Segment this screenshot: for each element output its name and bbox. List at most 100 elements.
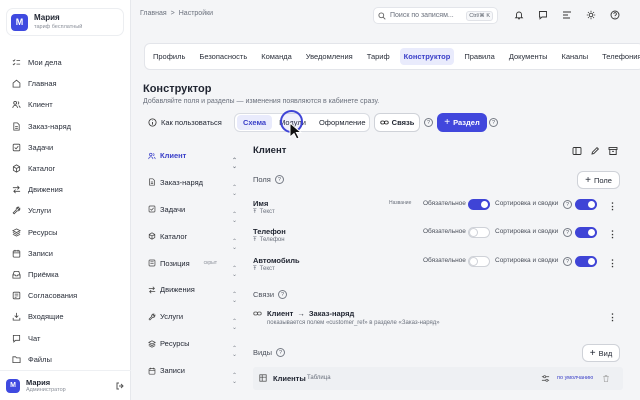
reorder-chevrons-icon[interactable]: ⌃ ⌄ — [232, 319, 237, 331]
logout-icon[interactable] — [115, 381, 125, 391]
field-menu-button[interactable]: ⋮ — [608, 201, 617, 212]
section-item-6[interactable]: Услуги ⌃ ⌄ — [143, 306, 243, 333]
sidebar-item-label: Клиент — [28, 100, 53, 110]
breadcrumb-home[interactable]: Главная — [140, 10, 167, 17]
section-item-7[interactable]: Ресурсы ⌃ ⌄ — [143, 333, 243, 360]
section-item-2[interactable]: Задачи ⌃ ⌄ — [143, 199, 243, 226]
reorder-chevrons-icon[interactable]: ⌃ ⌄ — [232, 346, 237, 358]
sidebar-item-8[interactable]: Ресурсы — [7, 222, 125, 243]
required-toggle[interactable] — [468, 227, 490, 238]
archive-icon[interactable] — [608, 146, 618, 156]
sidebar-item-2[interactable]: Клиент — [7, 94, 125, 115]
view-row[interactable]: Клиенты Таблица по умолчанию — [253, 367, 623, 390]
add-section-button[interactable]: + Раздел — [437, 113, 487, 132]
sidebar-item-11[interactable]: Согласования — [7, 285, 125, 306]
add-link-button[interactable]: Связь — [374, 113, 420, 132]
field-menu-button[interactable]: ⋮ — [608, 258, 617, 269]
link-help-icon[interactable]: ? — [424, 118, 433, 127]
field-row[interactable]: Автомобиль Ŧ Текст Обязательное Сортировка и… — [253, 256, 633, 282]
list-settings-button[interactable] — [560, 8, 574, 22]
notifications-button[interactable] — [512, 8, 526, 22]
reorder-chevrons-icon[interactable]: ⌃ ⌄ — [232, 185, 237, 197]
view-default-badge: по умолчанию — [557, 375, 594, 381]
search-placeholder: Поиск по записям... — [390, 12, 454, 19]
theme-toggle[interactable] — [584, 8, 598, 22]
sidebar-item-13[interactable]: Чат — [7, 327, 125, 348]
filter-settings-icon[interactable] — [541, 374, 550, 383]
add-field-button[interactable]: + Поле — [577, 171, 620, 189]
section-item-5[interactable]: Движения ⌃ ⌄ — [143, 279, 243, 306]
reorder-chevrons-icon[interactable]: ⌃ ⌄ — [232, 373, 237, 385]
field-row[interactable]: Имя Ŧ Текст Название Обязательное Сортировка … — [253, 199, 633, 225]
reorder-chevrons-icon[interactable]: ⌃ ⌄ — [232, 292, 237, 304]
topbar: Главная > Настройки Поиск по записям... … — [131, 0, 640, 30]
sidebar-item-1[interactable]: Главная — [7, 73, 125, 94]
sort-help-icon[interactable]: ? — [563, 257, 572, 266]
tab-9[interactable]: Телефония — [598, 48, 640, 65]
messages-button[interactable] — [536, 8, 550, 22]
reorder-chevrons-icon[interactable]: ⌃ ⌄ — [232, 266, 237, 278]
relation-arrow: → — [297, 309, 305, 318]
workspace-switcher[interactable]: М Мария тариф бесплатный — [6, 8, 124, 36]
sidebar-item-label: Главная — [28, 79, 57, 89]
user-profile[interactable]: М Мария Администратор — [0, 370, 131, 400]
section-item-label: Заказ-наряд — [160, 177, 204, 187]
how-to-use-link[interactable]: Как пользоваться — [148, 118, 222, 127]
sidebar-item-0[interactable]: Мои дела — [7, 52, 125, 73]
tab-7[interactable]: Документы — [505, 48, 552, 65]
sidebar-item-14[interactable]: Файлы — [7, 349, 125, 370]
sort-help-icon[interactable]: ? — [563, 228, 572, 237]
reorder-chevrons-icon[interactable]: ⌃ ⌄ — [232, 158, 237, 170]
sidebar-item-12[interactable]: Входящие — [7, 306, 125, 327]
section-help-icon[interactable]: ? — [489, 118, 498, 127]
section-item-1[interactable]: Заказ-наряд ⌃ ⌄ — [143, 172, 243, 199]
tab-6[interactable]: Правила — [460, 48, 498, 65]
links-help-icon[interactable]: ? — [278, 290, 288, 299]
sidebar-item-6[interactable]: Движения — [7, 179, 125, 200]
required-toggle[interactable] — [468, 199, 490, 210]
reorder-chevrons-icon[interactable]: ⌃ ⌄ — [232, 212, 237, 224]
add-view-button[interactable]: + Вид — [582, 344, 620, 362]
reorder-chevrons-icon[interactable]: ⌃ ⌄ — [232, 239, 237, 251]
inbox-icon — [12, 270, 21, 279]
section-item-0[interactable]: Клиент ⌃ ⌄ — [143, 145, 243, 172]
section-item-label: Каталог — [160, 231, 188, 241]
tab-5[interactable]: Конструктор — [399, 48, 455, 65]
sort-toggle[interactable] — [575, 256, 597, 267]
tab-0[interactable]: Профиль — [149, 48, 189, 65]
sort-help-icon[interactable]: ? — [563, 200, 572, 209]
relation-menu-button[interactable]: ⋮ — [608, 312, 617, 323]
tab-3[interactable]: Уведомления — [302, 48, 357, 65]
incoming-icon — [12, 313, 21, 321]
sections-list: Клиент ⌃ ⌄ Заказ-наряд ⌃ ⌄ Задачи ⌃ ⌄ Каталог ⌃ ⌄ По… — [143, 145, 243, 387]
section-item-8[interactable]: Записи ⌃ ⌄ — [143, 360, 243, 387]
views-help-icon[interactable]: ? — [275, 348, 285, 357]
sidebar-item-10[interactable]: Приёмка — [7, 264, 125, 285]
layout-icon[interactable] — [572, 146, 582, 156]
delete-icon[interactable] — [602, 374, 610, 383]
field-menu-button[interactable]: ⋮ — [608, 229, 617, 240]
required-toggle[interactable] — [468, 256, 490, 267]
sort-toggle[interactable] — [575, 199, 597, 210]
field-row[interactable]: Телефон Ŧ Телефон Обязательное Сортировка и … — [253, 227, 633, 253]
edit-icon[interactable] — [590, 146, 600, 156]
field-type: Ŧ Телефон — [253, 237, 285, 243]
sidebar-item-9[interactable]: Записи — [7, 243, 125, 264]
type-icon: Ŧ — [253, 266, 257, 272]
tab-4[interactable]: Тариф — [363, 48, 394, 65]
sort-toggle[interactable] — [575, 227, 597, 238]
tab-2[interactable]: Команда — [257, 48, 296, 65]
fields-help-icon[interactable]: ? — [274, 175, 284, 184]
help-button[interactable] — [608, 8, 622, 22]
tab-8[interactable]: Каналы — [557, 48, 592, 65]
tab-1[interactable]: Безопасность — [195, 48, 251, 65]
search-box[interactable]: Поиск по записям... Ctrl/⌘ K — [373, 7, 498, 24]
sidebar-item-5[interactable]: Каталог — [7, 158, 125, 179]
sidebar-item-4[interactable]: Задачи — [7, 137, 125, 158]
segment-0[interactable]: Схема — [237, 115, 273, 130]
sidebar-item-3[interactable]: Заказ-наряд — [7, 116, 125, 137]
section-item-4[interactable]: Позиция скрыт ⌃ ⌄ — [143, 253, 243, 280]
section-item-3[interactable]: Каталог ⌃ ⌄ — [143, 226, 243, 253]
sidebar-item-7[interactable]: Услуги — [7, 200, 125, 221]
segment-2[interactable]: Оформление — [313, 115, 372, 130]
